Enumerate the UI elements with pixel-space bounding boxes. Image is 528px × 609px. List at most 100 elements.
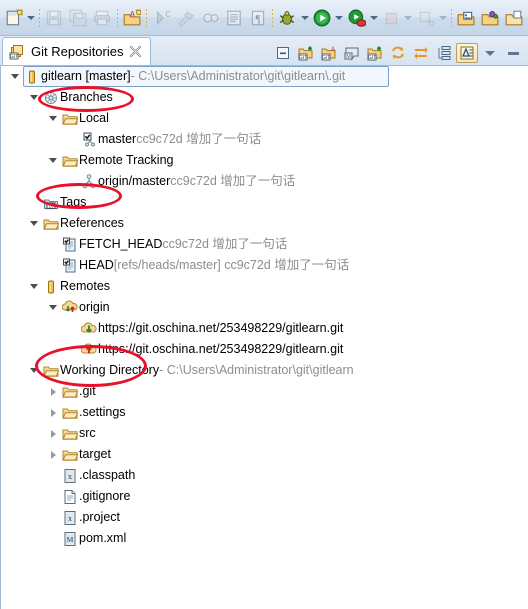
branch-representation-icon [459,45,475,61]
collapse-all-icon [275,45,291,61]
tree-row-references[interactable]: References [1,213,528,234]
tree-row-local[interactable]: Local [1,108,528,129]
folder-icon [42,213,60,234]
link-with-editor-button[interactable] [410,43,432,63]
expand-collapse-arrow-open-icon[interactable] [45,108,61,129]
new-file-icon [5,9,23,27]
clone-repository-button[interactable]: GIT A [318,43,340,63]
coverage-button[interactable] [345,4,369,32]
tags-icon: 10 [42,192,60,213]
tree-row-fetch-head[interactable]: FETCH_HEAD cc9c72d 增加了一句话 [1,234,528,255]
tree-row-branch-origin-master[interactable]: origin/master cc9c72d 增加了一句话 [1,171,528,192]
twisty-placeholder [45,465,61,486]
tree-row-branches[interactable]: Branches [1,87,528,108]
new-java-package-button[interactable]: A [120,4,144,32]
hierarchy-layout-button[interactable] [433,43,455,63]
run-button[interactable] [310,4,334,32]
save-all-icon [69,9,87,27]
reference-icon [61,255,79,276]
tree-row-secondary-label: cc9c72d 增加了一句话 [162,237,288,251]
svg-text:M: M [67,535,74,544]
save-all-button [66,4,90,32]
repository-tree[interactable]: gitlearn [master] - C:\Users\Administrat… [0,65,528,609]
tree-row-project[interactable]: x .project [1,507,528,528]
tree-row-label: origin/master [98,174,171,188]
tree-row-label: gitlearn [master] [41,69,131,83]
expand-collapse-arrow-closed-icon[interactable] [45,423,61,444]
view-toolbar: GIT GIT A M GIT [272,43,528,65]
add-maven-project-button[interactable]: M [341,43,363,63]
tree-row-pom[interactable]: Mpom.xml [1,528,528,549]
tree-row-repository[interactable]: gitlearn [master] - C:\Users\Administrat… [1,66,528,87]
twisty-placeholder [64,339,80,360]
debug-button[interactable] [275,4,299,32]
svg-text:x: x [68,514,72,523]
tree-row-remote-origin[interactable]: origin [1,297,528,318]
tree-row-classpath[interactable]: x .classpath [1,465,528,486]
external-tools-dropdown [438,6,449,30]
twisty-placeholder [45,528,61,549]
debug-dropdown[interactable] [299,6,310,30]
expand-collapse-arrow-open-icon[interactable] [45,297,61,318]
open-type-button[interactable] [454,4,478,32]
coverage-icon [348,9,366,27]
open-resource-button[interactable] [502,4,526,32]
expand-collapse-arrow-open-icon[interactable] [7,66,23,87]
open-task-button[interactable] [478,4,502,32]
refresh-icon [390,45,406,61]
tree-row-gitignore[interactable]: .gitignore [1,486,528,507]
hierarchy-icon [436,45,452,61]
expand-collapse-arrow-open-icon[interactable] [45,150,61,171]
svg-text:C: C [165,9,171,18]
tree-row-label: .project [79,510,120,524]
tree-row-target[interactable]: target [1,444,528,465]
tree-row-remote-push-url[interactable]: https://git.oschina.net/253498229/gitlea… [1,339,528,360]
minimize-view-button[interactable] [502,43,524,63]
tree-row-remote-tracking[interactable]: Remote Tracking [1,150,528,171]
tab-label: Git Repositories [31,44,124,59]
stop-icon [382,9,400,27]
text-file-icon [61,486,79,507]
tree-row-dot-git[interactable]: .git [1,381,528,402]
create-repository-button[interactable]: GIT [364,43,386,63]
tree-row-working-directory[interactable]: Working Directory - C:\Users\Administrat… [1,360,528,381]
expand-collapse-arrow-open-icon[interactable] [26,360,42,381]
coverage-dropdown[interactable] [369,6,380,30]
expand-collapse-arrow-closed-icon[interactable] [45,381,61,402]
tab-git-repositories[interactable]: GIT Git Repositories [2,37,152,65]
new-package-icon: A [123,9,141,27]
tree-row-branch-master[interactable]: master cc9c72d 增加了一句话 [1,129,528,150]
expand-collapse-arrow-open-icon[interactable] [26,276,42,297]
close-icon[interactable] [129,45,142,58]
tree-row-dot-settings[interactable]: .settings [1,402,528,423]
external-tools-icon [417,9,435,27]
tree-row-head[interactable]: HEAD [refs/heads/master] cc9c72d 增加了一句话 [1,255,528,276]
pilcrow-icon: ¶ [249,9,267,27]
twisty-placeholder [64,129,80,150]
add-repository-button[interactable]: GIT [295,43,317,63]
refresh-button[interactable] [387,43,409,63]
tree-row-remotes[interactable]: Remotes [1,276,528,297]
link-editor-icon [413,45,429,61]
new-wizard-button[interactable] [2,4,26,32]
twisty-placeholder [45,486,61,507]
tree-row-tags[interactable]: 10 Tags [1,192,528,213]
view-menu-button[interactable] [479,43,501,63]
expand-collapse-arrow-open-icon[interactable] [26,87,42,108]
svg-text:¶: ¶ [255,13,260,25]
run-dropdown[interactable] [334,6,345,30]
new-wizard-dropdown[interactable] [26,6,37,30]
tree-row-label: .classpath [79,468,136,482]
tree-row-remote-fetch-url[interactable]: https://git.oschina.net/253498229/gitlea… [1,318,528,339]
run-icon [313,9,331,27]
expand-collapse-arrow-closed-icon[interactable] [45,444,61,465]
toggle-branch-hierarchy-button[interactable] [456,43,478,63]
tree-row-src[interactable]: src [1,423,528,444]
new-c-icon: C [153,9,171,27]
expand-collapse-arrow-open-icon[interactable] [26,213,42,234]
expand-collapse-arrow-closed-icon[interactable] [45,402,61,423]
folder-icon [61,150,79,171]
collapse-all-button[interactable] [272,43,294,63]
open-type-icon [457,9,475,27]
main-toolbar: A C ¶ [0,0,528,36]
